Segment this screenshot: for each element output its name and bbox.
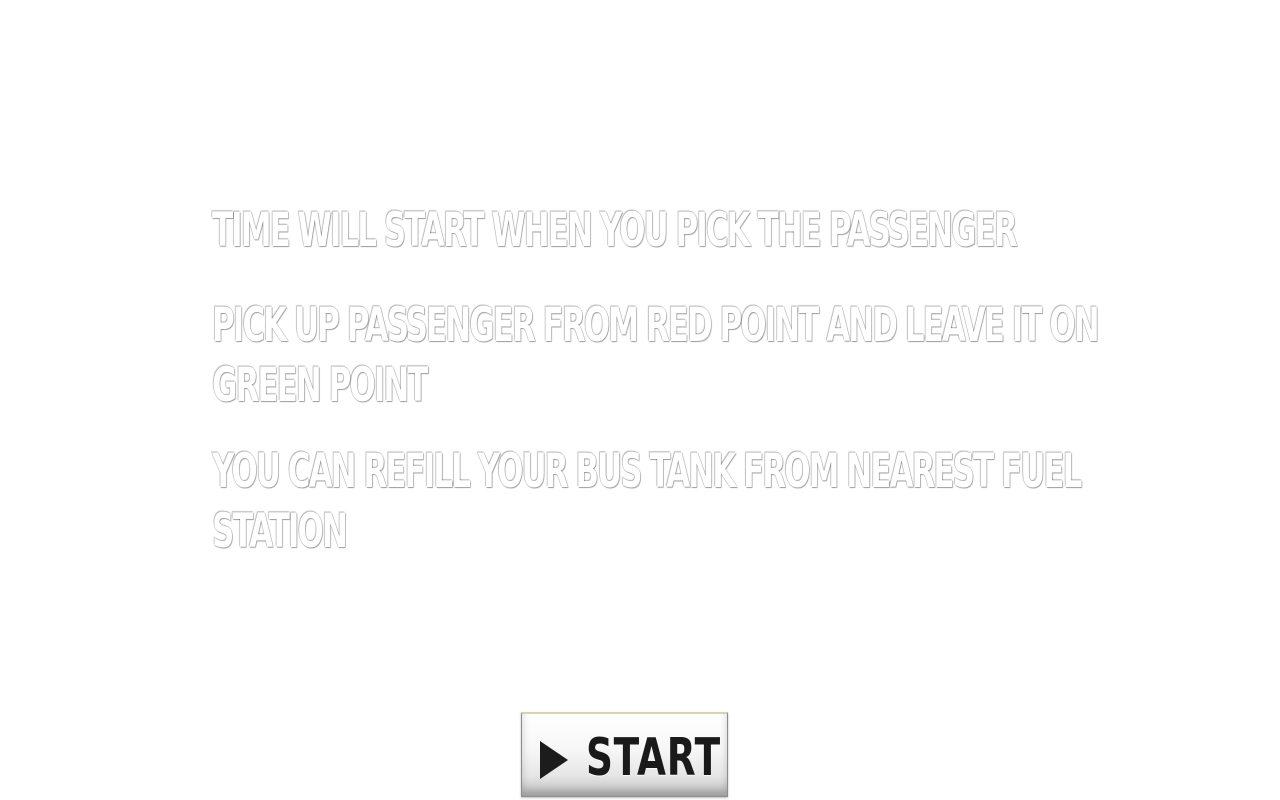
- instruction-fuel: YOU CAN REFILL YOUR BUS TANK FROM NEARES…: [212, 444, 1082, 559]
- play-icon: [540, 741, 568, 779]
- start-button[interactable]: START: [521, 712, 728, 797]
- instruction-timer: TIME WILL START WHEN YOU PICK THE PASSEN…: [212, 203, 1018, 258]
- instruction-pickup: PICK UP PASSENGER FROM RED POINT AND LEA…: [212, 298, 1100, 413]
- start-button-label: START: [586, 728, 721, 788]
- game-instructions-screen: TIME WILL START WHEN YOU PICK THE PASSEN…: [0, 0, 1280, 800]
